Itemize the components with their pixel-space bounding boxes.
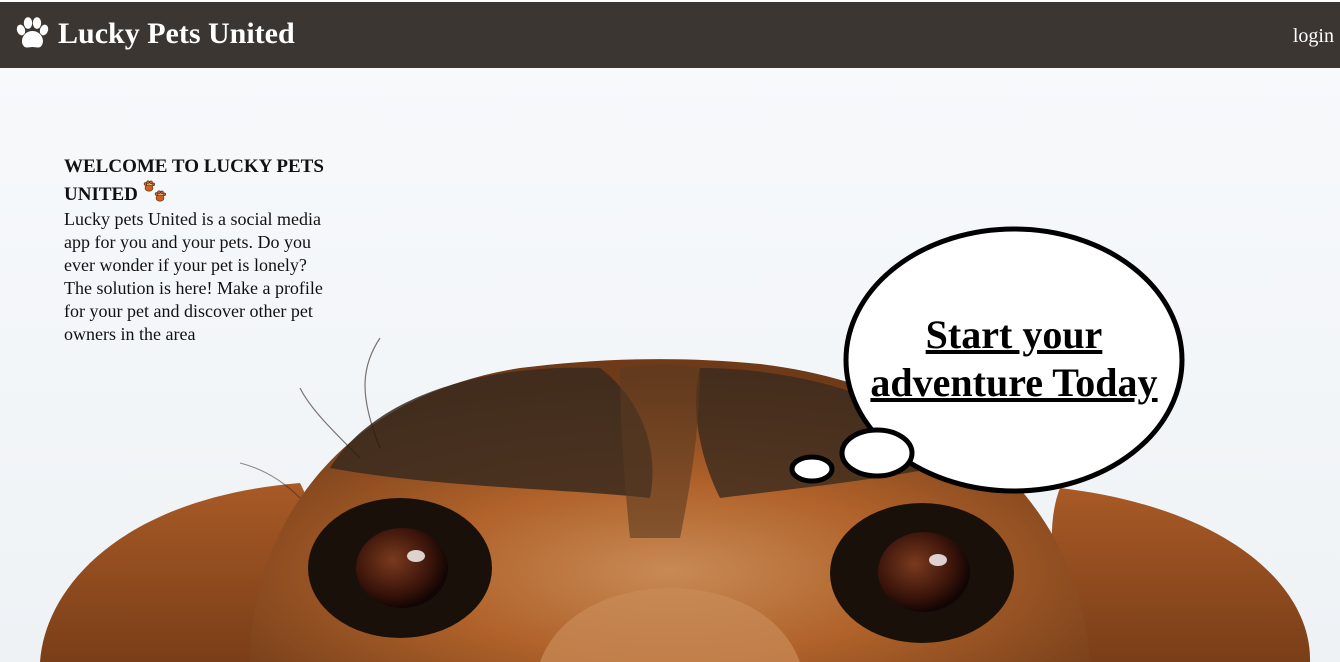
start-adventure-link[interactable]: Start your adventure Today [845,227,1183,491]
login-link[interactable]: login [1293,24,1334,48]
hero-section: WELCOME TO LUCKY PETS UNITED Lucky pets … [0,68,1340,662]
brand-link[interactable]: Lucky Pets United [14,14,295,54]
navbar: Lucky Pets United login [0,2,1340,68]
brand-title: Lucky Pets United [58,17,295,50]
paw-icon [16,17,49,48]
